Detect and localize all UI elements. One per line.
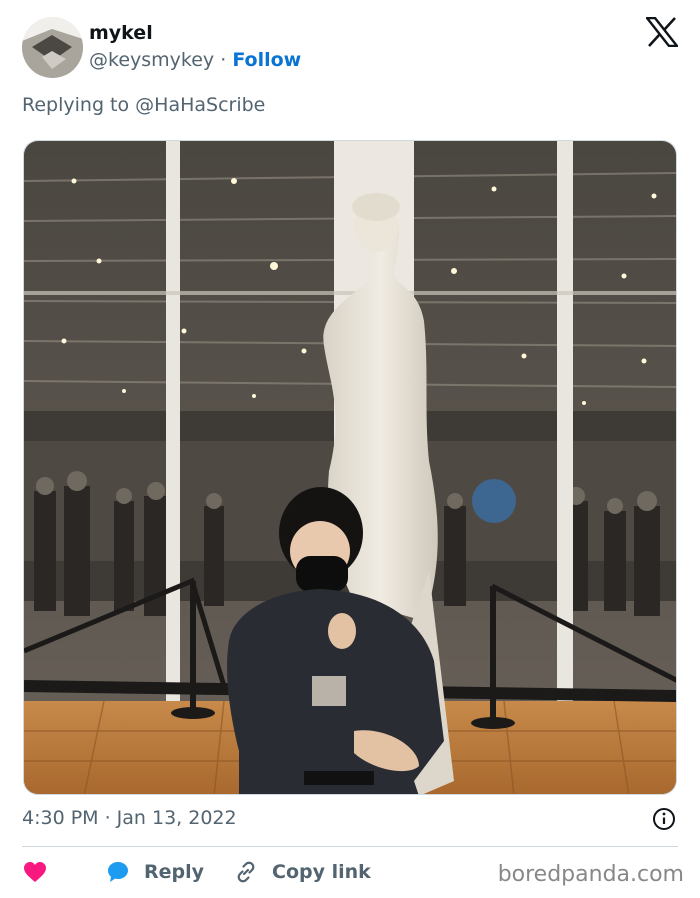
reply-bubble-icon (108, 862, 128, 882)
copy-link-button[interactable]: Copy link (234, 860, 371, 884)
heart-icon (24, 862, 46, 882)
author-display-name[interactable]: mykel (89, 20, 153, 46)
reply-label: Reply (144, 861, 205, 883)
follow-button[interactable]: Follow (232, 49, 301, 71)
copy-link-label: Copy link (272, 861, 371, 883)
photo-museum-statue (24, 141, 676, 794)
author-meta: @keysmykey · Follow (89, 47, 301, 73)
divider (22, 846, 678, 847)
meta-separator: · (220, 49, 227, 71)
author-handle[interactable]: @keysmykey (89, 49, 214, 71)
info-icon[interactable] (652, 807, 676, 831)
tweet-photo[interactable] (23, 140, 677, 795)
avatar[interactable] (22, 17, 83, 78)
tweet-card: mykel @keysmykey · Follow Replying to @H… (0, 0, 700, 898)
link-icon (237, 861, 255, 883)
like-button[interactable] (22, 860, 62, 884)
tweet-timestamp[interactable]: 4:30 PM · Jan 13, 2022 (22, 805, 237, 831)
reply-button[interactable]: Reply (106, 860, 204, 884)
x-logo-icon[interactable] (645, 16, 679, 48)
tweet-actions: Reply Copy link (22, 856, 401, 888)
replying-to-text: Replying to @HaHaScribe (22, 94, 266, 116)
watermark: boredpanda.com (497, 862, 684, 887)
